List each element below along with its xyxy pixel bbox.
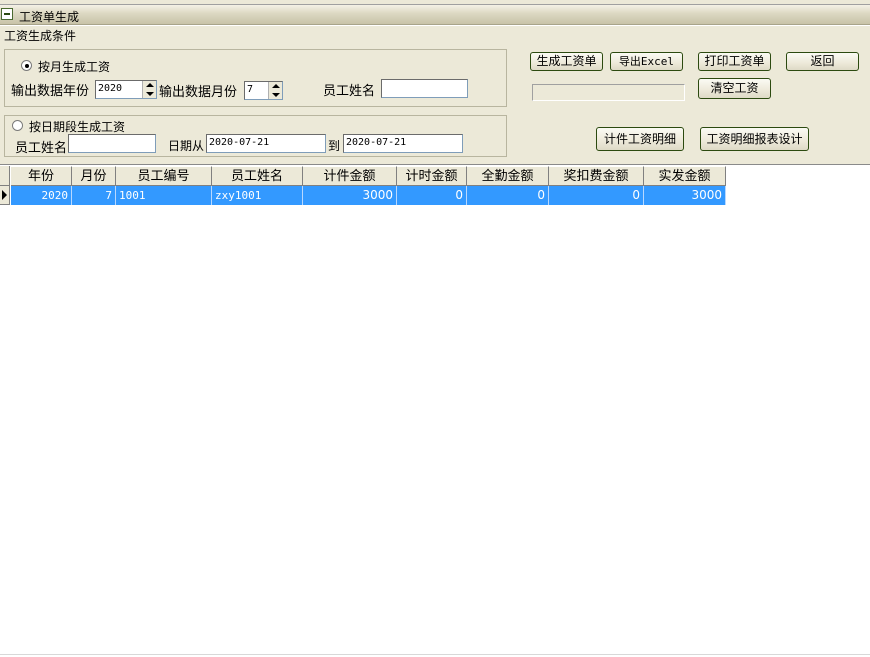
window-title-bar: 工资单生成: [0, 5, 870, 25]
back-button[interactable]: 返回: [786, 52, 859, 71]
grid-corner: [0, 166, 10, 186]
date-employee-name-label: 员工姓名: [15, 141, 68, 156]
generate-payroll-button[interactable]: 生成工资单: [530, 52, 603, 71]
column-header-piece-amount[interactable]: 计件金额: [303, 166, 397, 186]
year-spinner[interactable]: [142, 81, 156, 98]
date-to-input[interactable]: 2020-07-21: [343, 134, 463, 153]
column-header-emp-name[interactable]: 员工姓名: [212, 166, 303, 186]
cell-emp-name[interactable]: zxy1001: [212, 186, 303, 205]
export-excel-button[interactable]: 导出Excel: [610, 52, 683, 71]
progress-bar: [532, 84, 685, 101]
month-employee-name-input[interactable]: [381, 79, 468, 98]
cell-emp-id[interactable]: 1001: [116, 186, 212, 205]
month-label: 输出数据月份: [159, 85, 238, 100]
report-design-button[interactable]: 工资明细报表设计: [700, 127, 809, 151]
piece-wage-detail-button[interactable]: 计件工资明细: [596, 127, 684, 151]
print-payroll-button[interactable]: 打印工资单: [698, 52, 771, 71]
column-header-emp-id[interactable]: 员工编号: [116, 166, 212, 186]
conditions-panel: 工资生成条件 按月生成工资 输出数据年份 2020 输出数据月份 7 员工姓名 …: [0, 26, 870, 162]
panel-divider: [0, 162, 870, 165]
date-from-input[interactable]: 2020-07-21: [206, 134, 326, 153]
cell-net-amount[interactable]: 3000: [644, 186, 726, 205]
month-employee-name-label: 员工姓名: [323, 84, 376, 99]
column-header-month[interactable]: 月份: [72, 166, 116, 186]
by-date-radio[interactable]: [12, 120, 23, 131]
date-to-label: 到: [328, 139, 341, 153]
by-month-label: 按月生成工资: [38, 60, 111, 74]
column-header-bonus-amount[interactable]: 奖扣费金额: [549, 166, 644, 186]
clear-payroll-button[interactable]: 清空工资: [698, 78, 771, 99]
by-month-radio[interactable]: [21, 60, 32, 71]
column-header-attendance-amount[interactable]: 全勤金额: [467, 166, 549, 186]
cell-month[interactable]: 7: [72, 186, 116, 205]
grid-bottom-border: [0, 654, 870, 655]
cell-bonus-amount[interactable]: 0: [549, 186, 644, 205]
minimize-icon[interactable]: [1, 8, 13, 20]
cell-hourly-amount[interactable]: 0: [397, 186, 467, 205]
date-employee-name-input[interactable]: [68, 134, 156, 153]
year-label: 输出数据年份: [11, 84, 90, 99]
month-spinner[interactable]: [268, 82, 282, 99]
cell-piece-amount[interactable]: 3000: [303, 186, 397, 205]
conditions-group-label: 工资生成条件: [3, 27, 78, 44]
by-date-label: 按日期段生成工资: [29, 120, 126, 134]
row-indicator-icon: [0, 186, 10, 205]
column-header-year[interactable]: 年份: [11, 166, 72, 186]
column-header-net-amount[interactable]: 实发金额: [644, 166, 726, 186]
column-header-hourly-amount[interactable]: 计时金额: [397, 166, 467, 186]
cell-year[interactable]: 2020: [11, 186, 72, 205]
window-title: 工资单生成: [19, 10, 80, 24]
cell-attendance-amount[interactable]: 0: [467, 186, 549, 205]
date-from-label: 日期从: [168, 139, 205, 153]
